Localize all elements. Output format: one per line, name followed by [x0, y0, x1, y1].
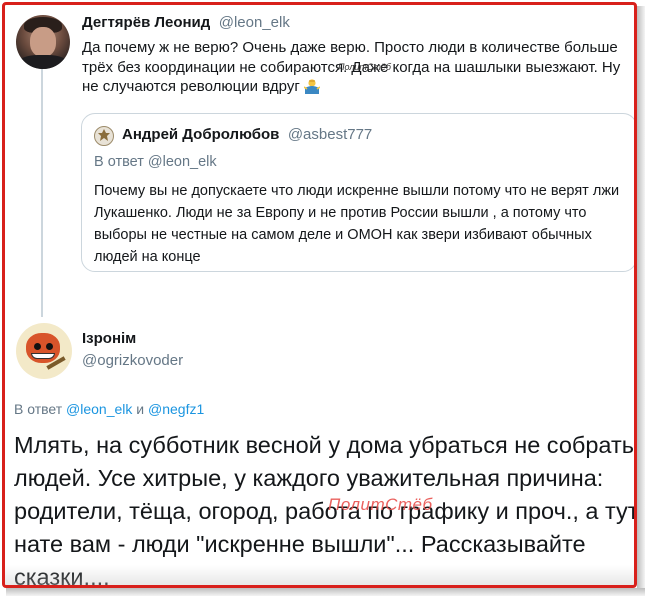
reply-and: и [136, 401, 145, 417]
quoted-tweet[interactable]: Андрей Добролюбов @asbest777 В ответ @le… [81, 113, 634, 272]
tweet1-author-name[interactable]: Дегтярёв Леонид [82, 14, 210, 31]
frame-shadow-right [637, 6, 645, 594]
quoted-text: Почему вы не допускаете что люди искренн… [94, 183, 620, 265]
frame-shadow-bottom [6, 588, 645, 596]
avatar-suit [18, 55, 68, 69]
thread-connector [41, 67, 43, 317]
avatar-ogrizkovoder[interactable] [16, 323, 72, 379]
avatar-mouth [31, 353, 55, 359]
reply-handle-link-2[interactable]: @negfz1 [148, 401, 204, 417]
tweet1-header: Дегтярёв Леонид @leon_elk [82, 14, 290, 32]
tweet2-author-handle[interactable]: @ogrizkovoder [82, 352, 183, 369]
emblem-icon [98, 129, 110, 141]
quoted-header: Андрей Добролюбов @asbest777 [122, 126, 372, 144]
avatar-face [30, 27, 56, 57]
bottom-fade [5, 565, 634, 585]
avatar-degtyarev[interactable] [16, 15, 70, 69]
man-shrugging-emoji [304, 79, 321, 94]
reply-handle-link-1[interactable]: @leon_elk [66, 401, 132, 417]
avatar-eye-right [46, 343, 53, 350]
quoted-author-handle[interactable]: @asbest777 [288, 126, 372, 143]
watermark-small: ПолитСтёб [338, 62, 391, 72]
quoted-reply-to: В ответ @leon_elk [94, 154, 217, 170]
tweet2-author-name[interactable]: Ізронім [82, 330, 136, 347]
quoted-author-name[interactable]: Андрей Добролюбов [122, 126, 279, 143]
tweet1-author-handle[interactable]: @leon_elk [219, 14, 290, 31]
screenshot-frame: Дегтярёв Леонид @leon_elk Да почему ж не… [2, 2, 637, 588]
tweet2-reply-to: В ответ @leon_elk и @negfz1 [14, 401, 204, 417]
quoted-author-avatar[interactable] [94, 126, 114, 146]
avatar-eye-left [34, 343, 41, 350]
watermark-large: ПолитСтёб [328, 495, 433, 514]
reply-prefix: В ответ [14, 401, 63, 417]
